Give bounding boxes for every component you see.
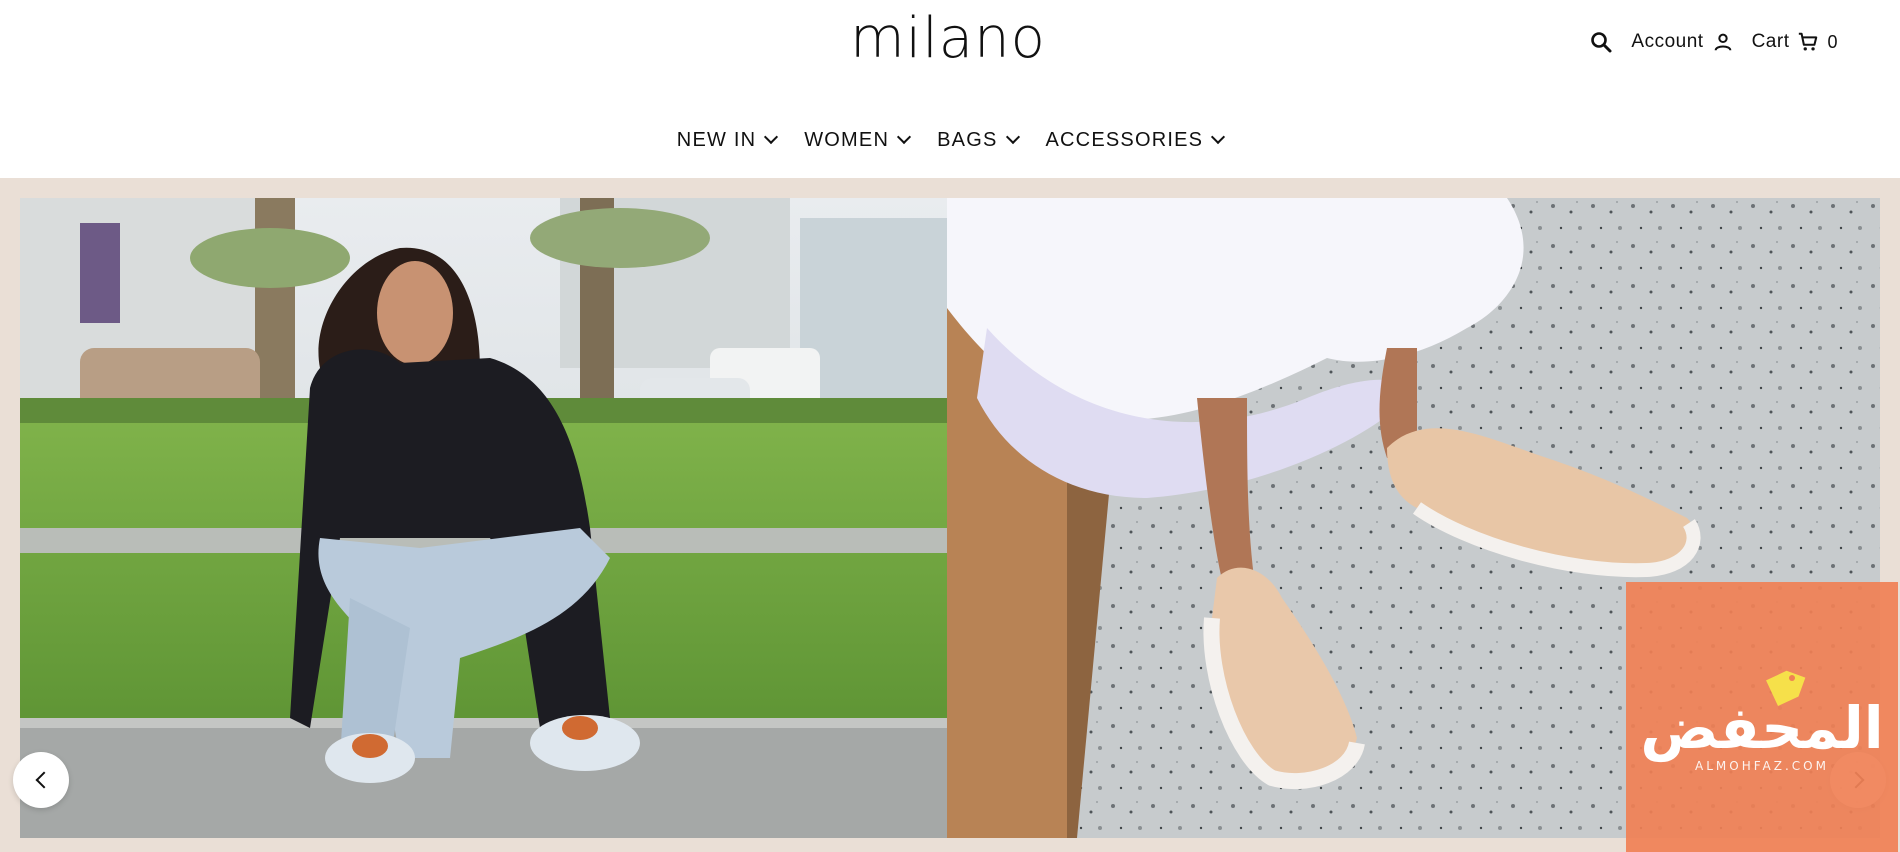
site-logo[interactable]: milano: [848, 8, 1048, 70]
main-nav: NEW IN WOMEN BAGS ACCESSORIES: [0, 118, 1900, 162]
search-icon[interactable]: [1589, 30, 1613, 54]
hero-slideshow: [0, 178, 1900, 852]
cart-count[interactable]: 0: [1827, 32, 1838, 53]
nav-item-women[interactable]: WOMEN: [804, 129, 912, 152]
nav-item-new-in[interactable]: NEW IN: [677, 129, 779, 152]
search-button[interactable]: [1589, 30, 1613, 54]
logo-text[interactable]: milano: [850, 11, 1046, 67]
cart-icon[interactable]: [1797, 31, 1819, 53]
nav-item-accessories[interactable]: ACCESSORIES: [1046, 129, 1226, 152]
account-label[interactable]: Account: [1631, 31, 1703, 53]
slideshow-prev-button[interactable]: [13, 752, 69, 808]
nav-item-label[interactable]: NEW IN: [677, 129, 756, 152]
price-tag-icon: [1766, 670, 1806, 707]
watermark-latin-text: ALMOHFAZ.COM: [1695, 759, 1829, 773]
nav-item-label[interactable]: WOMEN: [804, 129, 889, 152]
chevron-down-icon[interactable]: [1005, 129, 1020, 145]
cart-link[interactable]: Cart 0: [1752, 31, 1838, 53]
nav-item-label[interactable]: ACCESSORIES: [1046, 129, 1204, 152]
chevron-down-icon[interactable]: [897, 129, 912, 145]
site-header: milano Account Cart 0 NEW IN WOMEN BAGS …: [0, 0, 1900, 178]
chevron-down-icon[interactable]: [764, 129, 779, 145]
chevron-left-icon[interactable]: [35, 771, 52, 789]
person-icon[interactable]: [1712, 31, 1734, 53]
nav-item-label[interactable]: BAGS: [937, 129, 997, 152]
cart-label[interactable]: Cart: [1752, 31, 1790, 53]
account-link[interactable]: Account: [1631, 31, 1733, 53]
hero-slide-image-left[interactable]: [20, 198, 947, 838]
chevron-down-icon[interactable]: [1211, 129, 1226, 145]
header-utilities: Account Cart 0: [1589, 22, 1838, 62]
nav-item-bags[interactable]: BAGS: [937, 129, 1020, 152]
site-watermark: المحفض ALMOHFAZ.COM: [1626, 582, 1898, 852]
